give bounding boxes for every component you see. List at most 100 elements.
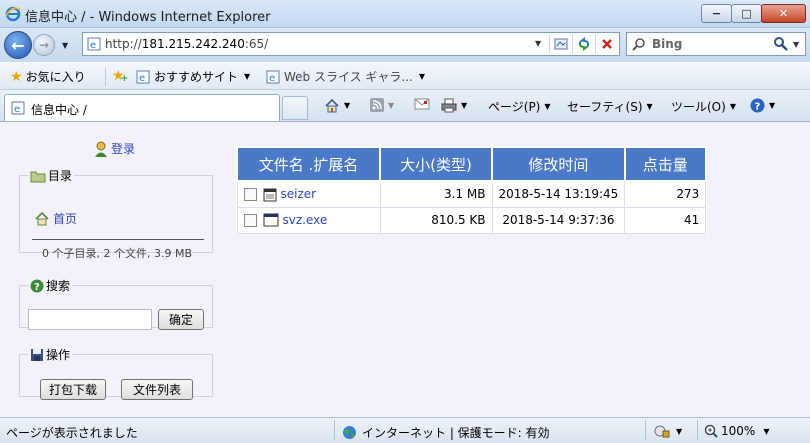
file-list-button[interactable]: 文件列表 [121, 379, 193, 400]
directory-panel: 目录 首页 0 个子目录, 2 个文件, 3.9 MB [19, 167, 213, 260]
file-modified-cell: 2018-5-14 9:37:36 [491, 206, 626, 234]
back-button[interactable]: ← [4, 31, 32, 59]
url-host: 181.215.242.240 [141, 37, 245, 51]
help-circle-icon: ? [30, 279, 44, 293]
tools-menu-label: ツール(O) [671, 100, 726, 114]
feeds-dropdown-icon[interactable]: ▼ [388, 101, 394, 110]
forward-button[interactable]: → [33, 34, 55, 56]
operations-panel: 操作 打包下载 文件列表 [19, 346, 213, 400]
home-link[interactable]: 首页 [34, 210, 77, 227]
search-panel: ? 搜索 确定 [19, 277, 213, 330]
file-generic-icon [263, 188, 276, 201]
security-zone-label: インターネット | 保護モード: 有効 [362, 426, 550, 440]
home-dropdown-icon[interactable]: ▼ [344, 101, 350, 110]
bing-search-icon [632, 38, 645, 51]
operations-legend-label: 操作 [46, 348, 71, 362]
file-name-link[interactable]: svz.exe [283, 213, 328, 227]
tab-info-center[interactable]: e 信息中心 / [4, 94, 280, 121]
compatibility-view-button[interactable] [549, 35, 571, 53]
login-label[interactable]: 登录 [111, 140, 135, 157]
file-checkbox[interactable] [243, 188, 257, 201]
security-zone[interactable]: インターネット | 保護モード: 有効 [342, 424, 550, 441]
protected-mode-dropdown-icon: ▼ [676, 427, 683, 436]
zoom-level: 100% [721, 424, 756, 438]
file-checkbox[interactable] [243, 213, 257, 227]
page-menu-label: ページ(P) [488, 100, 541, 114]
directory-divider [32, 239, 204, 240]
search-icon[interactable] [773, 36, 789, 52]
refresh-icon [578, 37, 589, 51]
favorites-bar: ★ お気に入り ★ + e おすすめサイト ▼ e Web スライス ギャラ...… [0, 62, 810, 90]
search-input[interactable] [28, 309, 152, 330]
globe-icon [343, 426, 356, 439]
web-slice-gallery-link[interactable]: e Web スライス ギャラ... ▼ [266, 68, 425, 85]
stop-icon [601, 39, 612, 49]
print-icon [441, 98, 457, 113]
address-dropdown-icon[interactable]: ▼ [535, 39, 541, 48]
ie-logo-icon [5, 6, 21, 22]
web-slice-label: Web スライス ギャラ... [284, 70, 413, 84]
login-link[interactable]: 登录 [94, 140, 135, 157]
tools-menu[interactable]: ツール(O) ▼ [671, 98, 736, 115]
directory-legend: 目录 [28, 167, 74, 184]
protected-mode-button[interactable]: ▼ [654, 424, 682, 439]
header-file-name[interactable]: 文件名 .扩展名 [236, 146, 381, 182]
svg-text:?: ? [34, 282, 40, 293]
back-arrow-icon: ← [11, 35, 25, 55]
protected-mode-icon [654, 425, 670, 438]
read-mail-button[interactable] [414, 98, 430, 110]
help-button[interactable]: ? ▼ [750, 98, 775, 113]
search-legend: ? 搜索 [28, 277, 72, 294]
table-row: svz.exe 810.5 KB 2018-5-14 9:37:36 41 [236, 206, 707, 234]
web-slice-page-icon: e [266, 70, 280, 84]
header-modified[interactable]: 修改时间 [491, 146, 626, 182]
table-header-row: 文件名 .扩展名 大小(类型) 修改时间 点击量 [236, 146, 707, 182]
download-archive-button[interactable]: 打包下载 [40, 379, 106, 400]
address-bar[interactable]: e http://181.215.242.240:65/ ▼ [82, 32, 620, 56]
status-bar: ページが表示されました インターネット | 保護モード: 有効 ▼ 100% ▼ [0, 417, 810, 443]
page-content: 登录 目录 首页 0 个子目录, 2 个文件, 3.9 MB ? 搜索 确定 操… [0, 122, 810, 417]
rss-feed-icon [370, 98, 384, 112]
minimize-button[interactable]: − [701, 4, 732, 23]
search-options-dropdown-icon[interactable]: ▼ [793, 40, 799, 49]
new-tab-button[interactable] [282, 96, 308, 120]
minimize-icon: − [711, 7, 722, 20]
home-label[interactable]: 首页 [53, 210, 77, 227]
safety-menu[interactable]: セーフティ(S) ▼ [567, 98, 653, 115]
close-button[interactable]: ✕ [761, 4, 806, 23]
file-name-cell: seizer [236, 180, 381, 208]
print-dropdown-icon[interactable]: ▼ [461, 101, 467, 110]
recent-pages-dropdown[interactable]: ▼ [62, 41, 68, 50]
home-icon [325, 98, 339, 113]
maximize-button[interactable]: □ [731, 4, 762, 23]
suggested-sites-dropdown-icon[interactable]: ▼ [244, 72, 250, 81]
file-name-link[interactable]: seizer [281, 187, 317, 201]
zoom-control[interactable]: 100% ▼ [704, 424, 769, 438]
feeds-button[interactable]: ▼ [370, 98, 394, 112]
svg-text:e: e [139, 73, 145, 84]
directory-legend-label: 目录 [48, 169, 73, 183]
home-button[interactable]: ▼ [324, 98, 350, 113]
suggested-sites-label: おすすめサイト [154, 70, 239, 84]
tools-menu-dropdown-icon: ▼ [729, 102, 736, 111]
file-hits-cell: 41 [624, 206, 707, 234]
print-button[interactable]: ▼ [441, 98, 467, 113]
search-legend-label: 搜索 [46, 279, 71, 293]
user-icon [95, 141, 107, 157]
address-url[interactable]: http://181.215.242.240:65/ [105, 37, 268, 51]
favorites-button[interactable]: ★ お気に入り [10, 68, 86, 85]
help-dropdown-icon[interactable]: ▼ [769, 101, 775, 110]
page-menu[interactable]: ページ(P) ▼ [488, 98, 551, 115]
status-divider [697, 420, 698, 440]
compatibility-view-icon [554, 38, 567, 50]
header-hits[interactable]: 点击量 [623, 146, 707, 182]
search-submit-button[interactable]: 确定 [158, 309, 204, 330]
search-box[interactable]: Bing ▼ [626, 32, 806, 56]
refresh-button[interactable] [572, 35, 594, 53]
suggested-sites-link[interactable]: e おすすめサイト ▼ [136, 68, 250, 85]
web-slice-dropdown-icon[interactable]: ▼ [419, 72, 425, 81]
add-to-favorites-bar-button[interactable]: ★ + [112, 68, 128, 84]
header-size[interactable]: 大小(类型) [379, 146, 493, 182]
address-row: ← → ▼ e http://181.215.242.240:65/ ▼ Bin… [0, 28, 810, 62]
stop-button[interactable] [595, 35, 617, 53]
